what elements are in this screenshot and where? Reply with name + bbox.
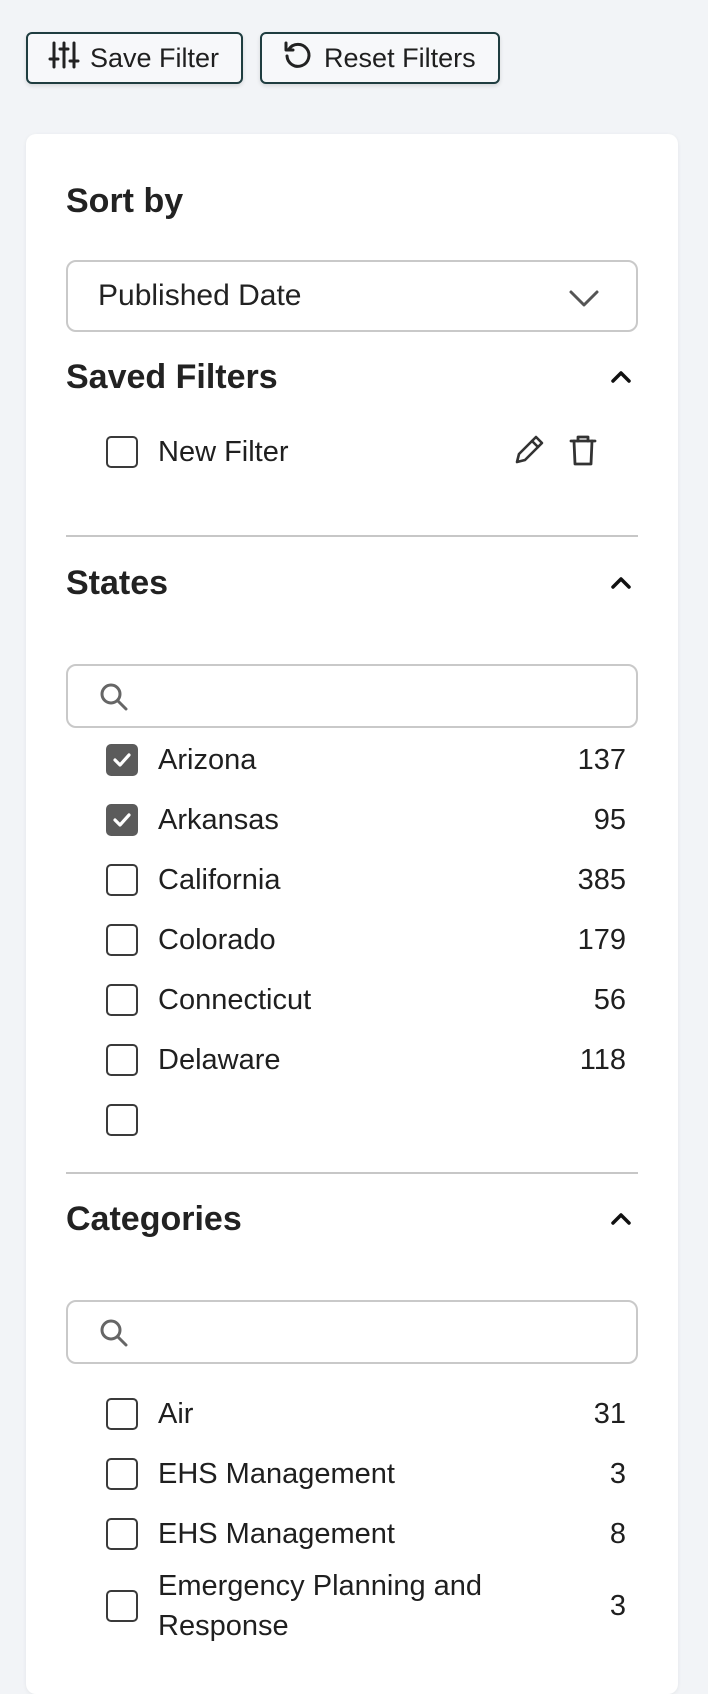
list-item[interactable]: Connecticut 56 [106,970,626,1030]
checkbox[interactable] [106,864,138,896]
save-filter-label: Save Filter [90,42,220,73]
list-item-count: 3 [609,1457,626,1490]
refresh-icon [282,39,314,78]
list-item-label: EHS Management [158,1518,395,1550]
list-item-label: Delaware [158,1044,281,1076]
list-item[interactable]: Air 31 [106,1384,626,1444]
search-icon [100,1319,128,1347]
list-item-count: 31 [593,1397,626,1430]
sort-heading: Sort by [66,182,184,220]
categories-search-input[interactable] [66,1300,638,1364]
sort-select[interactable]: Published Date [66,260,638,332]
list-item[interactable]: Arkansas 95 [106,790,626,850]
filter-panel: Sort by Published Date Saved Filters New… [26,134,678,1694]
list-item-label: Connecticut [158,984,312,1016]
chevron-up-icon[interactable] [606,362,636,392]
checkbox-checked[interactable] [106,744,138,776]
trash-icon[interactable] [566,433,600,472]
chevron-up-icon[interactable] [606,1204,636,1234]
list-item[interactable]: Arizona 137 [106,730,626,790]
list-item-count: 95 [593,803,626,836]
list-item[interactable]: Colorado 179 [106,910,626,970]
checkbox[interactable] [106,1104,138,1136]
list-item-label: Arizona [158,744,257,776]
list-item[interactable]: EHS Management 8 [106,1504,626,1564]
check-icon [113,813,131,827]
reset-filters-label: Reset Filters [324,42,476,73]
divider [66,535,638,537]
search-icon [100,683,128,711]
states-search-input[interactable] [66,664,638,728]
checkbox[interactable] [106,1590,138,1622]
list-item-label: Arkansas [158,804,279,836]
reset-filters-button[interactable]: Reset Filters [260,32,500,84]
list-item-label: Emergency Planning and Response [158,1570,483,1642]
divider [66,1172,638,1174]
categories-heading: Categories [66,1200,242,1238]
list-item-count: 385 [577,863,626,896]
chevron-down-icon [569,290,599,307]
save-filter-button[interactable]: Save Filter [26,32,244,84]
checkbox[interactable] [106,1518,138,1550]
list-item[interactable]: EHS Management 3 [106,1444,626,1504]
checkbox[interactable] [106,1398,138,1430]
list-fade [26,1142,678,1172]
checkbox[interactable] [106,436,138,468]
list-item[interactable]: California 385 [106,850,626,910]
list-item-count: 8 [609,1517,626,1550]
check-icon [113,753,131,767]
toolbar: Save Filter Reset Filters [26,32,500,84]
chevron-up-icon[interactable] [606,568,636,598]
list-item-label: California [158,864,281,896]
checkbox[interactable] [106,1458,138,1490]
list-item[interactable]: Delaware 118 [106,1030,626,1090]
list-item-partial[interactable] [106,1090,626,1150]
saved-filter-actions [512,422,600,482]
list-item-count: 179 [577,923,626,956]
list-item-count: 137 [577,743,626,776]
list-item-label: EHS Management [158,1458,395,1490]
saved-filters-heading: Saved Filters [66,358,278,396]
list-item-label: Air [158,1398,194,1430]
checkbox[interactable] [106,984,138,1016]
list-item-label: Colorado [158,924,276,956]
pencil-icon[interactable] [512,433,546,472]
states-list[interactable]: Arizona 137 Arkansas 95 California 385 C… [26,724,678,1280]
states-heading: States [66,564,169,602]
sort-selected-value: Published Date [98,279,302,312]
sliders-icon [48,39,80,78]
list-item[interactable]: Emergency Planning and Response 3 [106,1564,626,1648]
list-item-count: 3 [609,1589,626,1622]
list-item-count: 118 [579,1043,626,1076]
checkbox[interactable] [106,1044,138,1076]
checkbox-checked[interactable] [106,804,138,836]
checkbox[interactable] [106,924,138,956]
list-item-count: 56 [593,983,626,1016]
